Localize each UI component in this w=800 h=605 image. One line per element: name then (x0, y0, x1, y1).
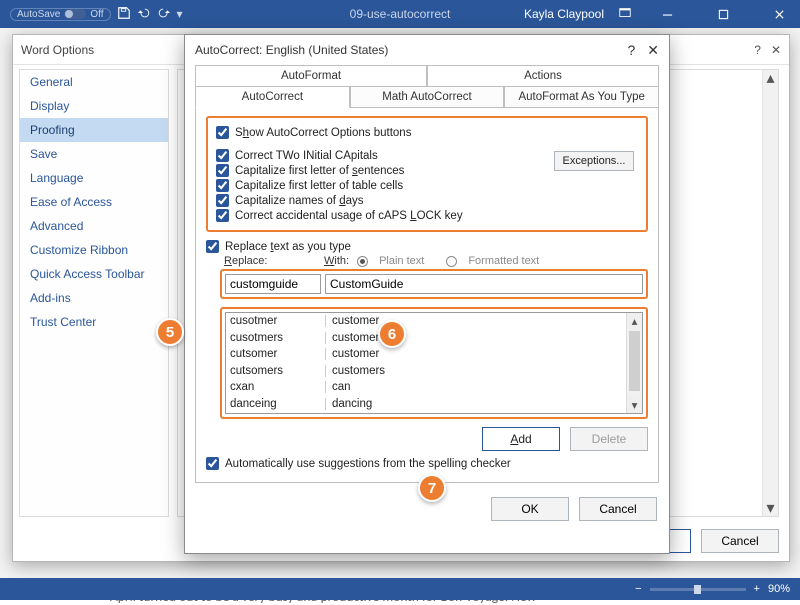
cap-sentences-label: Capitalize first letter of sentences (235, 165, 404, 177)
redo-icon[interactable] (157, 6, 171, 23)
with-input[interactable] (325, 274, 643, 294)
highlighted-options-group: Show AutoCorrect Options buttons Correct… (206, 116, 648, 232)
sidebar-item-language[interactable]: Language (20, 166, 168, 190)
sidebar-item-customize-ribbon[interactable]: Customize Ribbon (20, 238, 168, 262)
close-icon[interactable]: ✕ (771, 43, 781, 57)
add-button[interactable]: Add (482, 427, 560, 451)
sidebar-item-ease-of-access[interactable]: Ease of Access (20, 190, 168, 214)
auto-suggest-checkbox[interactable] (206, 457, 219, 470)
options-scrollbar[interactable]: ▴ ▾ (762, 70, 778, 516)
zoom-slider[interactable] (650, 588, 746, 591)
list-item: cxancan (226, 379, 642, 396)
show-options-label: Show AutoCorrect Options buttons (235, 127, 411, 139)
plain-text-radio[interactable] (357, 256, 368, 267)
tab-autoformat-as-you-type[interactable]: AutoFormat As You Type (504, 86, 659, 108)
zoom-in-button[interactable]: + (754, 583, 760, 595)
help-icon[interactable]: ? (627, 42, 635, 59)
show-options-checkbox[interactable] (216, 126, 229, 139)
tab-actions[interactable]: Actions (427, 65, 659, 86)
replace-header-label: Replace: (224, 255, 324, 267)
statusbar: − + 90% (0, 578, 800, 600)
close-button[interactable] (758, 0, 800, 28)
scroll-up-icon[interactable]: ▴ (763, 70, 778, 86)
autocorrect-title: AutoCorrect: English (United States) (195, 43, 388, 57)
zoom-value[interactable]: 90% (768, 583, 790, 595)
word-options-title: Word Options (21, 43, 94, 57)
maximize-button[interactable] (702, 0, 744, 28)
sidebar-item-save[interactable]: Save (20, 142, 168, 166)
list-scrollbar[interactable]: ▴ ▾ (626, 313, 642, 413)
undo-icon[interactable] (137, 6, 151, 23)
cap-days-label: Capitalize names of days (235, 195, 364, 207)
plain-text-label: Plain text (379, 255, 424, 267)
sidebar-item-add-ins[interactable]: Add-ins (20, 286, 168, 310)
toggle-off-icon (64, 9, 86, 19)
ribbon-display-icon[interactable] (618, 6, 632, 23)
cap-days-checkbox[interactable] (216, 194, 229, 207)
scroll-down-icon[interactable]: ▾ (627, 397, 642, 413)
tab-autocorrect[interactable]: AutoCorrect (195, 86, 350, 108)
options-sidebar: General Display Proofing Save Language E… (19, 69, 169, 517)
tab-math-autocorrect[interactable]: Math AutoCorrect (350, 86, 505, 108)
sidebar-item-general[interactable]: General (20, 70, 168, 94)
caps-lock-checkbox[interactable] (216, 209, 229, 222)
cap-cells-label: Capitalize first letter of table cells (235, 180, 403, 192)
replace-input[interactable] (225, 274, 321, 294)
two-initial-caps-checkbox[interactable] (216, 149, 229, 162)
with-header-label: With: (324, 255, 349, 267)
autosave-toggle[interactable]: AutoSave Off (10, 8, 111, 21)
autosave-label: AutoSave (17, 9, 60, 20)
zoom-out-button[interactable]: − (635, 583, 641, 595)
sidebar-item-trust-center[interactable]: Trust Center (20, 310, 168, 334)
replace-as-type-checkbox[interactable] (206, 240, 219, 253)
scroll-up-icon[interactable]: ▴ (627, 313, 642, 329)
scroll-down-icon[interactable]: ▾ (763, 500, 778, 516)
help-icon[interactable]: ? (754, 43, 761, 57)
callout-6: 6 (378, 320, 406, 348)
sidebar-item-advanced[interactable]: Advanced (20, 214, 168, 238)
ac-cancel-button[interactable]: Cancel (579, 497, 657, 521)
two-initial-caps-label: Correct TWo INitial CApitals (235, 150, 378, 162)
signed-in-user[interactable]: Kayla Claypool (524, 7, 604, 21)
ac-ok-button[interactable]: OK (491, 497, 569, 521)
replace-as-type-label: Replace text as you type (225, 241, 351, 253)
sidebar-item-quick-access-toolbar[interactable]: Quick Access Toolbar (20, 262, 168, 286)
delete-button: Delete (570, 427, 648, 451)
scroll-thumb[interactable] (629, 331, 640, 391)
autosave-state: Off (90, 9, 103, 20)
minimize-button[interactable] (646, 0, 688, 28)
sidebar-item-proofing[interactable]: Proofing (20, 118, 168, 142)
list-item: cutsomerscustomers (226, 363, 642, 380)
options-cancel-button[interactable]: Cancel (701, 529, 779, 553)
list-item: cusotmercustomer (226, 313, 642, 330)
entries-listbox[interactable]: cusotmercustomer cusotmerscustomers cuts… (225, 312, 643, 414)
formatted-text-radio[interactable] (446, 256, 457, 267)
cap-cells-checkbox[interactable] (216, 179, 229, 192)
list-item: danceingdancing (226, 396, 642, 413)
save-icon[interactable] (117, 6, 131, 23)
callout-5: 5 (156, 318, 184, 346)
caps-lock-label: Correct accidental usage of cAPS LOCK ke… (235, 210, 463, 222)
tab-autoformat[interactable]: AutoFormat (195, 65, 427, 86)
close-icon[interactable]: ✕ (647, 42, 659, 59)
app-titlebar: AutoSave Off ▾ 09-use-autocorrect Kayla … (0, 0, 800, 28)
sidebar-item-display[interactable]: Display (20, 94, 168, 118)
list-item: cutsomercustomer (226, 346, 642, 363)
formatted-text-label: Formatted text (468, 255, 539, 267)
list-item: cusotmerscustomers (226, 330, 642, 347)
document-title: 09-use-autocorrect (350, 7, 451, 21)
auto-suggest-label: Automatically use suggestions from the s… (225, 458, 511, 470)
cap-sentences-checkbox[interactable] (216, 164, 229, 177)
qat-dropdown-icon[interactable]: ▾ (177, 7, 183, 21)
callout-7: 7 (418, 474, 446, 502)
